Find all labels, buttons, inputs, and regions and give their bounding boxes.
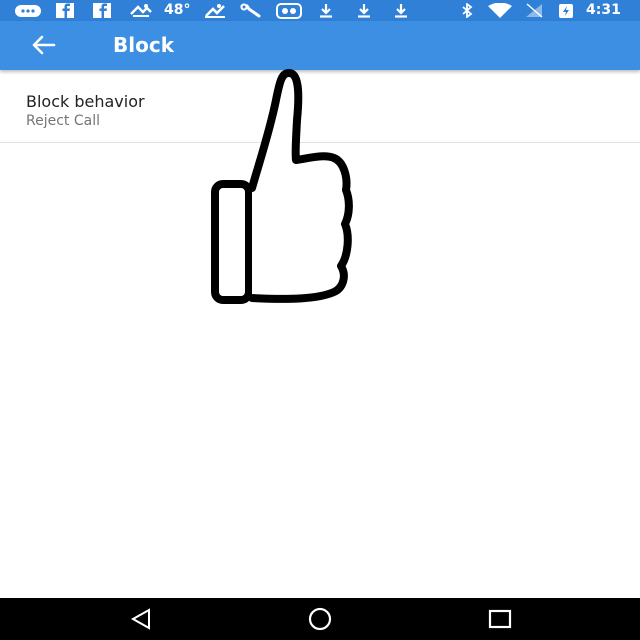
recents-square-icon[interactable] <box>487 606 513 632</box>
no-signal-icon <box>524 3 544 18</box>
page-title: Block <box>113 33 174 57</box>
battery-charging-icon <box>557 3 575 18</box>
download-icon <box>393 3 409 18</box>
gallery-icon <box>276 2 302 19</box>
navigation-bar <box>0 598 640 640</box>
facebook-icon <box>55 3 75 18</box>
clock-time: 4:31 <box>586 2 621 18</box>
setting-title: Block behavior <box>26 92 145 111</box>
cleaner-icon <box>203 3 227 18</box>
facebook-icon <box>92 3 112 18</box>
download-icon <box>356 3 372 18</box>
messaging-icon <box>14 3 42 18</box>
download-icon <box>318 3 334 18</box>
thumbs-up-icon <box>211 69 353 304</box>
wrench-icon <box>238 3 264 18</box>
weather-icon <box>128 3 154 18</box>
setting-summary: Reject Call <box>26 113 100 129</box>
bluetooth-icon <box>460 3 474 18</box>
home-circle-icon[interactable] <box>307 606 333 632</box>
arrow-back-icon[interactable] <box>28 33 58 57</box>
back-triangle-icon[interactable] <box>128 606 154 632</box>
status-bar: 48° 4:31 <box>0 0 640 21</box>
temperature-text: 48° <box>164 2 191 18</box>
wifi-icon <box>486 3 514 18</box>
